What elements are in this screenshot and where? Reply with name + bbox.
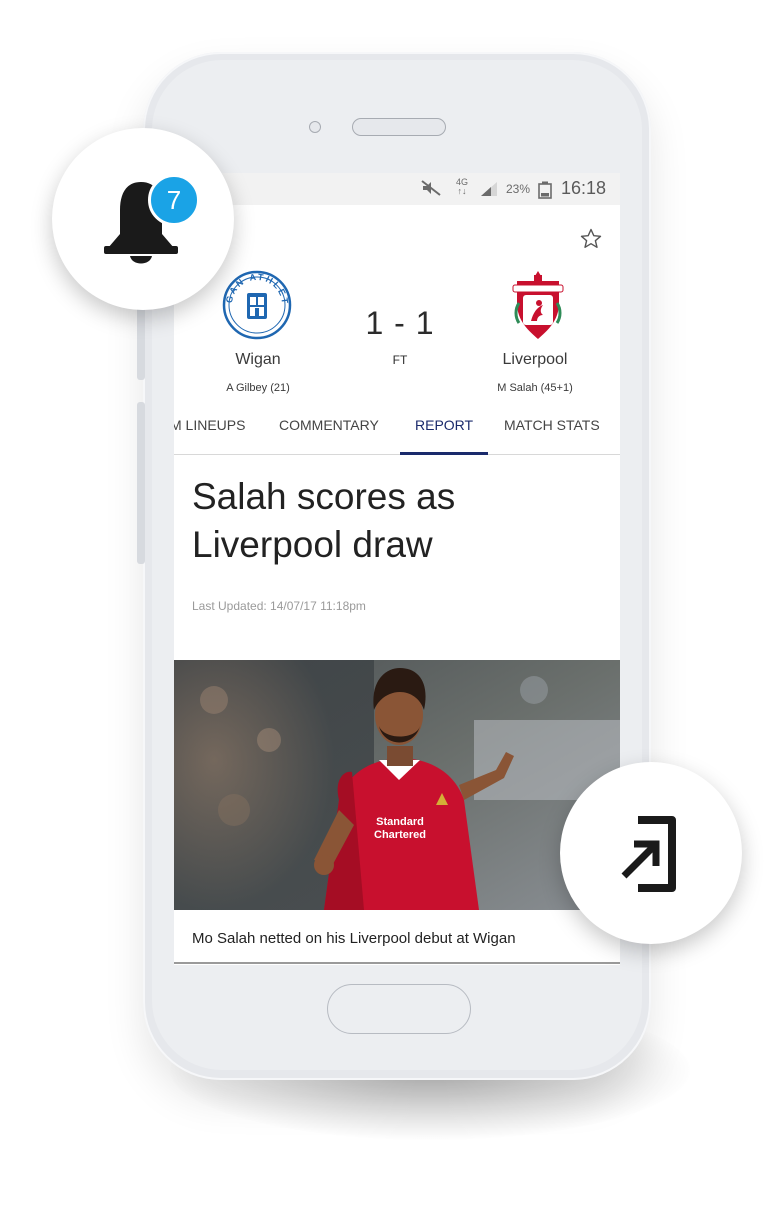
match-status: FT [392,353,408,367]
home-scorer: A Gilbey (21) [226,382,290,394]
status-bar: 4G ↑↓ 23% 16:18 [174,173,620,205]
volume-up-button [137,300,145,380]
shirt-sponsor-line-2: Chartered [374,829,426,841]
headline-line-2: Liverpool draw [192,524,433,565]
headline-line-1: Salah scores as [192,476,456,517]
tab-match-stats[interactable]: MATCH STATS [504,417,600,433]
tab-lineups[interactable]: M LINEUPS [174,417,245,433]
network-activity: ↑↓ [457,186,467,196]
front-camera [309,121,321,133]
mute-icon [421,180,441,196]
article-photo: Standard Chartered [174,660,620,910]
volume-down-button [137,402,145,564]
home-team-name: Wigan [235,351,281,368]
notification-count-badge: 7 [148,174,200,226]
liverpool-crest-icon [512,271,564,339]
tab-commentary[interactable]: COMMENTARY [279,417,379,433]
phone-screen: 4G ↑↓ 23% 16:18 WIGAN ATHLETIC [174,173,620,965]
earpiece-speaker [352,118,446,136]
battery-icon [538,181,552,199]
open-in-app-icon [621,816,676,892]
network-type: 4G ↑↓ [456,178,468,196]
photo-caption: Mo Salah netted on his Liverpool debut a… [192,930,516,947]
status-time: 16:18 [561,178,607,198]
open-in-app-bubble[interactable] [560,762,742,944]
tab-report[interactable]: REPORT [415,417,473,433]
away-team-name: Liverpool [502,351,568,368]
favourite-star-icon[interactable] [579,227,603,251]
notification-bubble[interactable] [52,128,234,310]
wigan-crest-icon: WIGAN ATHLETIC [222,269,292,340]
home-button[interactable] [327,984,471,1034]
shirt-sponsor-line-1: Standard [376,816,424,828]
away-scorer: M Salah (45+1) [497,382,573,394]
match-score: 1 - 1 [365,305,435,341]
signal-icon [481,182,497,196]
match-tabs: M LINEUPS COMMENTARY REPORT MATCH STATS [174,405,620,455]
last-updated: Last Updated: 14/07/17 11:18pm [192,599,366,613]
battery-percent: 23% [506,182,531,196]
article-headline: Salah scores as Liverpool draw [192,473,612,569]
caption-divider [174,962,620,964]
